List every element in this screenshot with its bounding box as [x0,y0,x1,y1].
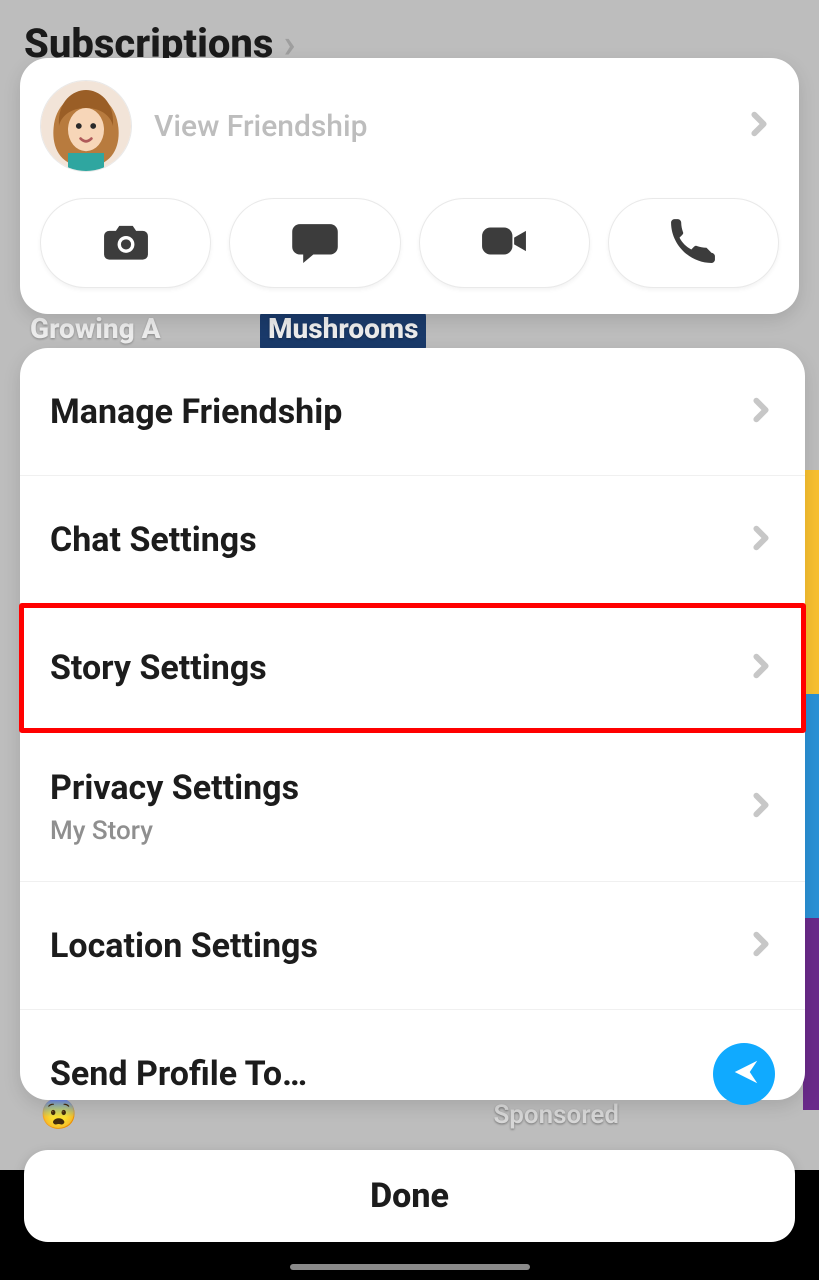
chevron-right-icon [745,110,773,142]
chevron-right-icon [747,396,775,428]
chat-settings-row[interactable]: Chat Settings [20,476,805,604]
send-button[interactable] [713,1043,775,1105]
camera-icon [99,214,153,272]
bg-color-strip [803,470,819,1110]
row-label: Send Profile To… [50,1054,307,1094]
story-settings-row[interactable]: Story Settings [20,604,805,732]
profile-card: View Friendship [20,58,799,314]
chat-button[interactable] [229,198,400,288]
settings-sheet: Manage Friendship Chat Settings Story Se… [20,348,805,1100]
send-profile-row[interactable]: Send Profile To… [20,1010,805,1138]
row-sublabel: My Story [50,816,299,846]
row-label: Privacy Settings [50,768,299,808]
audio-call-button[interactable] [608,198,779,288]
avatar[interactable] [40,80,132,172]
bg-chip-mushrooms: Mushrooms [260,312,426,351]
row-label: Manage Friendship [50,392,342,432]
video-call-button[interactable] [419,198,590,288]
done-button[interactable]: Done [24,1150,795,1242]
done-label: Done [370,1176,449,1216]
phone-icon [666,214,720,272]
view-friendship-row[interactable]: View Friendship [40,80,779,172]
action-row [40,198,779,288]
chevron-right-icon [747,930,775,962]
chevron-right-icon [747,791,775,823]
row-label: Chat Settings [50,520,257,560]
privacy-settings-row[interactable]: Privacy Settings My Story [20,732,805,882]
view-friendship-label: View Friendship [154,109,368,144]
row-label: Location Settings [50,926,318,966]
row-label: Story Settings [50,648,267,688]
bg-chip-growing: Growing A [30,312,161,345]
chevron-right-icon [747,652,775,684]
location-settings-row[interactable]: Location Settings [20,882,805,1010]
snap-button[interactable] [40,198,211,288]
chat-icon [288,214,342,272]
home-indicator [290,1264,530,1270]
manage-friendship-row[interactable]: Manage Friendship [20,348,805,476]
send-icon [727,1057,761,1091]
video-icon [477,214,531,272]
chevron-right-icon [747,524,775,556]
